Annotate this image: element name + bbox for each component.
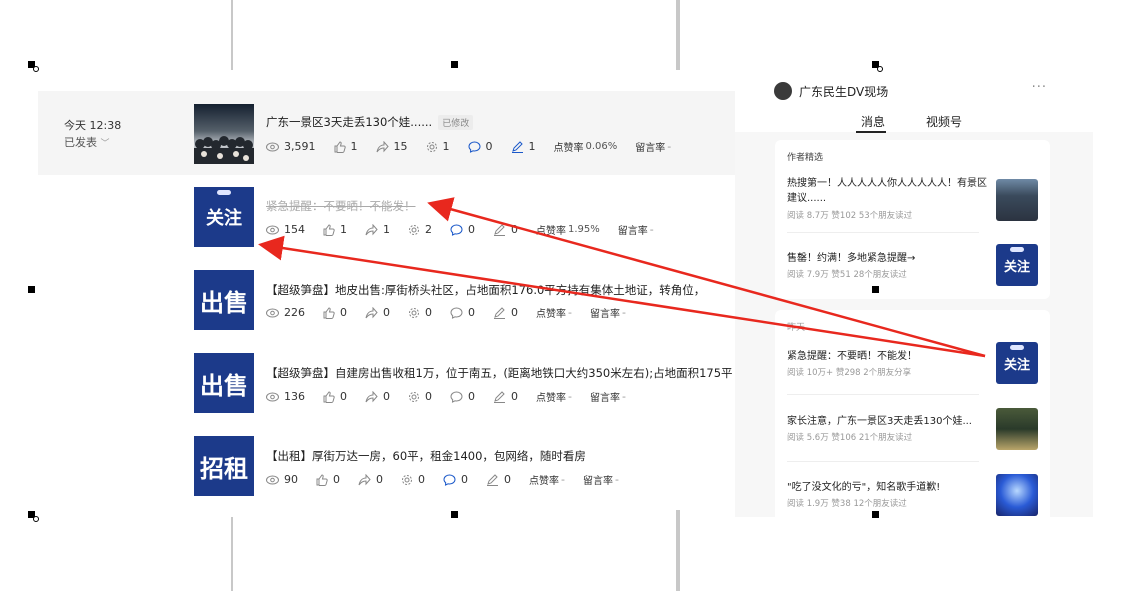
annotation-arrow — [427, 197, 986, 358]
annotation-arrows — [258, 197, 986, 358]
annotation-arrow — [258, 235, 986, 358]
